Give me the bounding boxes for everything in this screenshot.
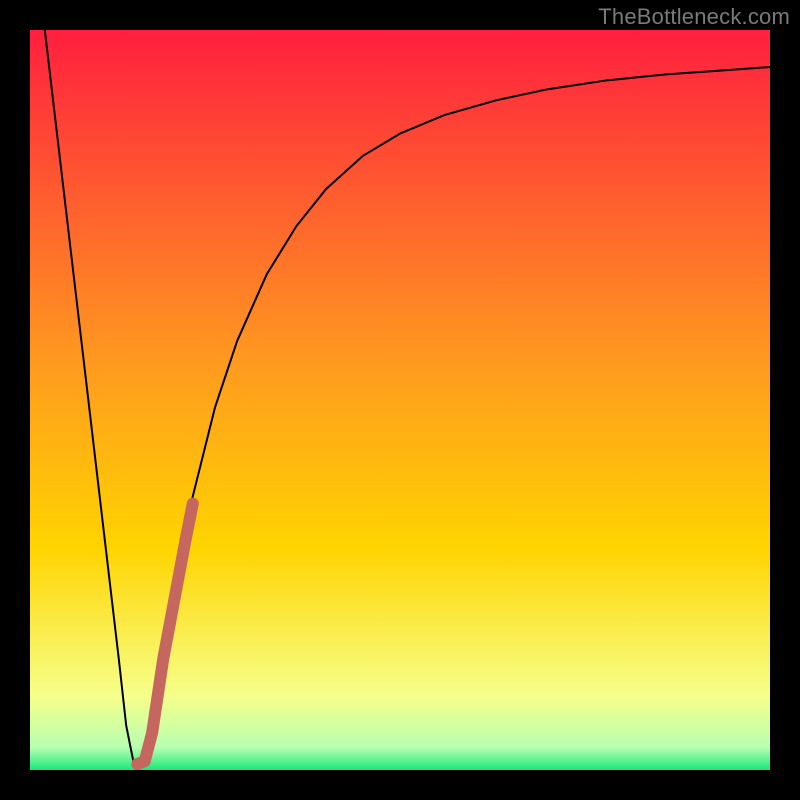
chart-container: TheBottleneck.com xyxy=(0,0,800,800)
chart-svg xyxy=(0,0,800,800)
plot-background xyxy=(30,30,770,770)
watermark-text: TheBottleneck.com xyxy=(598,4,790,30)
